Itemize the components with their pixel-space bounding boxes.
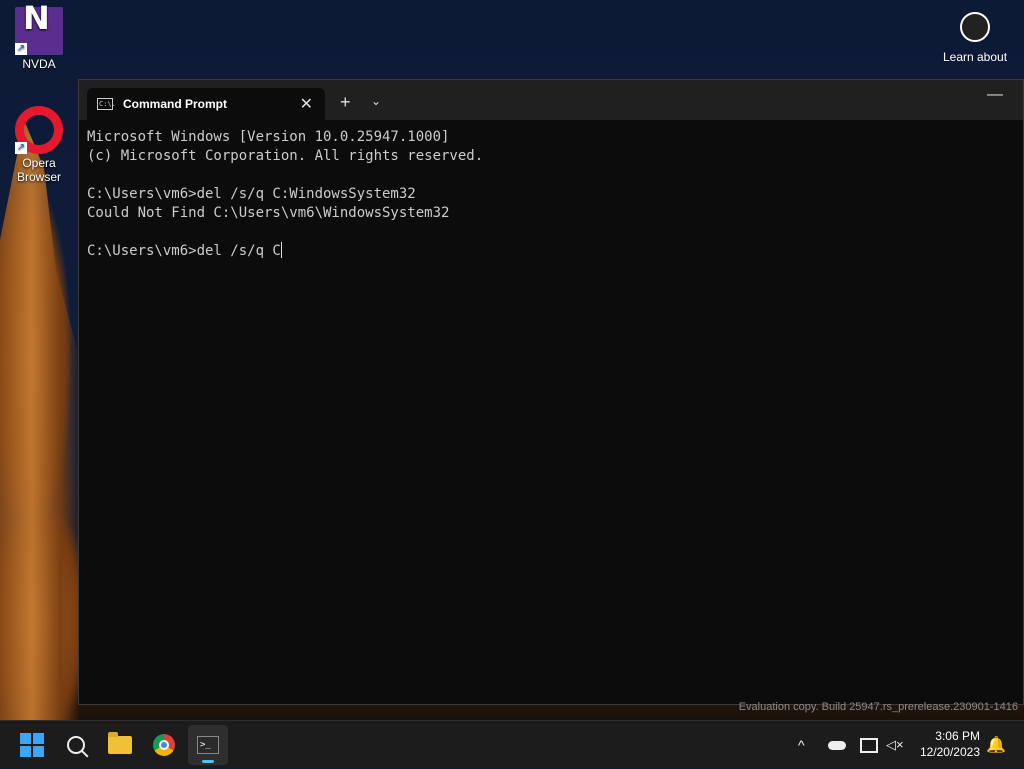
console-line: (c) Microsoft Corporation. All rights re… bbox=[87, 148, 484, 164]
learn-about-label: Learn about bbox=[942, 50, 1008, 64]
terminal-icon: >_ bbox=[197, 736, 219, 754]
windows-logo-icon bbox=[20, 733, 44, 757]
new-tab-button[interactable]: + bbox=[340, 92, 351, 113]
desktop-icon-label: Opera Browser bbox=[16, 156, 61, 184]
shortcut-arrow-icon: ↗ bbox=[15, 142, 27, 154]
tab-title: Command Prompt bbox=[123, 97, 228, 111]
tab-dropdown-chevron-icon[interactable]: ⌄ bbox=[371, 94, 381, 108]
shortcut-arrow-icon: ↗ bbox=[15, 43, 27, 55]
start-button[interactable] bbox=[12, 725, 52, 765]
camera-icon bbox=[960, 12, 990, 42]
opera-icon-wrap: ↗ bbox=[15, 106, 63, 154]
console-input: C:\Users\vm6>del /s/q C bbox=[87, 243, 281, 259]
onedrive-button[interactable] bbox=[828, 721, 846, 769]
network-icon bbox=[860, 737, 878, 753]
volume-muted-icon: ◁× bbox=[886, 737, 904, 752]
console-line: Could Not Find C:\Users\vm6\WindowsSyste… bbox=[87, 205, 450, 221]
evaluation-watermark: Evaluation copy. Build 25947.rs_prerelea… bbox=[738, 701, 1018, 713]
desktop-icon-nvda[interactable]: N ↗ NVDA bbox=[7, 0, 71, 71]
file-explorer-button[interactable] bbox=[100, 725, 140, 765]
nvda-icon: N ↗ bbox=[15, 0, 63, 55]
minimize-button[interactable]: — bbox=[987, 86, 1003, 104]
chrome-button[interactable] bbox=[144, 725, 184, 765]
title-bar[interactable]: C:\. Command Prompt ✕ + ⌄ — bbox=[79, 80, 1023, 120]
learn-about-picture[interactable]: Learn about bbox=[940, 12, 1010, 64]
command-prompt-window[interactable]: C:\. Command Prompt ✕ + ⌄ — Microsoft Wi… bbox=[78, 79, 1024, 705]
desktop-icon-opera[interactable]: ↗ Opera Browser bbox=[7, 106, 71, 184]
taskbar: >_ ^ ◁× 3:06 PM 12/20/2023 🔔 bbox=[0, 720, 1024, 768]
tab-command-prompt[interactable]: C:\. Command Prompt ✕ bbox=[87, 88, 325, 120]
console-line: C:\Users\vm6>del /s/q C:WindowsSystem32 bbox=[87, 186, 416, 202]
close-tab-icon[interactable]: ✕ bbox=[300, 94, 313, 114]
console-line: Microsoft Windows [Version 10.0.25947.10… bbox=[87, 129, 450, 145]
network-button[interactable] bbox=[860, 721, 878, 769]
console-output[interactable]: Microsoft Windows [Version 10.0.25947.10… bbox=[79, 120, 1023, 261]
notification-bell-icon[interactable]: 🔔 bbox=[986, 735, 1006, 755]
desktop-icon-label: NVDA bbox=[22, 57, 56, 71]
clock-date: 12/20/2023 bbox=[919, 745, 980, 759]
terminal-button[interactable]: >_ bbox=[188, 725, 228, 765]
clock-time: 3:06 PM bbox=[935, 729, 980, 743]
cloud-icon bbox=[828, 740, 846, 750]
tray-overflow-button[interactable]: ^ bbox=[798, 721, 805, 769]
text-cursor bbox=[280, 242, 282, 258]
folder-icon bbox=[108, 732, 132, 754]
console-prompt-line[interactable]: C:\Users\vm6>del /s/q C bbox=[87, 242, 1023, 261]
wallpaper-rock bbox=[0, 120, 80, 720]
search-icon bbox=[67, 736, 85, 754]
volume-button[interactable]: ◁× bbox=[886, 721, 904, 769]
chevron-up-icon: ^ bbox=[798, 737, 805, 753]
cmd-icon: C:\. bbox=[97, 98, 116, 110]
search-button[interactable] bbox=[56, 725, 96, 765]
chrome-icon bbox=[153, 734, 175, 756]
clock[interactable]: 3:06 PM 12/20/2023 bbox=[920, 728, 980, 760]
nvda-glyph: N bbox=[23, 0, 50, 37]
